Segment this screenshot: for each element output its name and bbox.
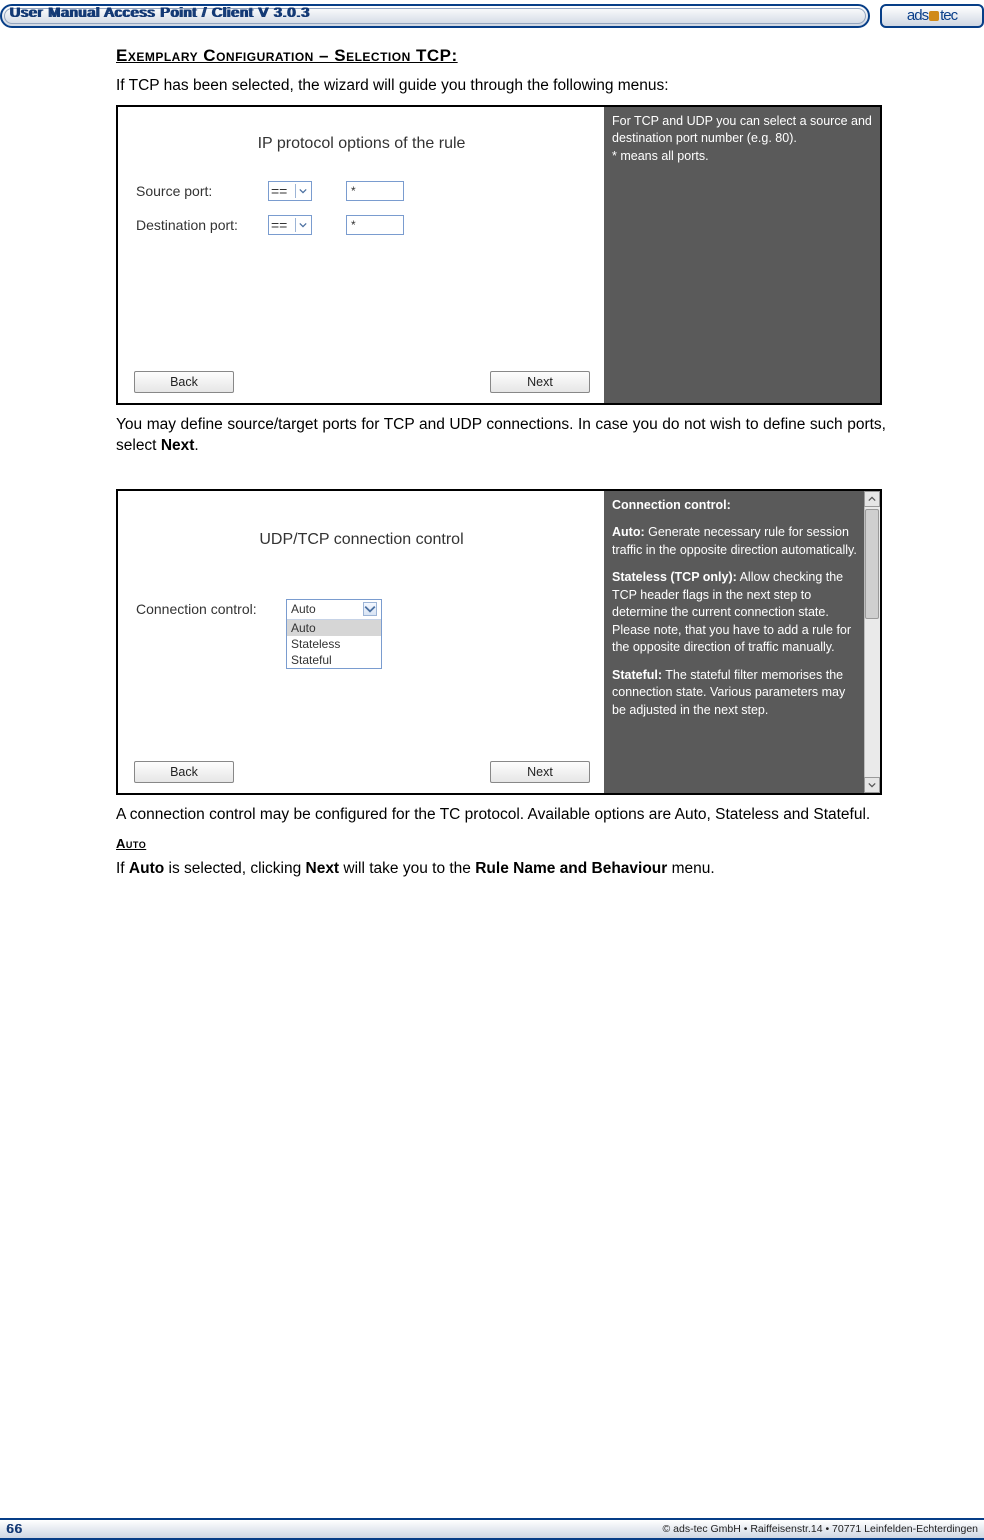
brand-logo: adstec	[880, 4, 984, 28]
help-heading-stateless: Stateless (TCP only):	[612, 570, 737, 584]
section-intro: If TCP has been selected, the wizard wil…	[116, 76, 886, 97]
back-button[interactable]: Back	[134, 371, 234, 393]
connection-control-selected: Auto	[291, 602, 316, 616]
destination-port-label: Destination port:	[136, 217, 268, 233]
panel1-help: For TCP and UDP you can select a source …	[604, 107, 880, 403]
source-port-row: Source port: == *	[136, 181, 605, 201]
connection-control-row: Connection control: Auto Auto Stateless …	[136, 599, 605, 669]
option-stateless[interactable]: Stateless	[287, 636, 381, 652]
chevron-down-icon	[295, 218, 309, 232]
chevron-down-icon	[363, 602, 377, 616]
logo-text-b: tec	[940, 7, 957, 24]
panel2-title: UDP/TCP connection control	[118, 531, 605, 549]
destination-port-operator-value: ==	[271, 217, 287, 233]
panel1-left: IP protocol options of the rule Source p…	[118, 107, 606, 403]
after-panel2-text: A connection control may be configured f…	[116, 805, 886, 826]
next-button[interactable]: Next	[490, 371, 590, 393]
destination-port-operator-select[interactable]: ==	[268, 215, 312, 235]
page-number: 66	[6, 1521, 22, 1536]
scroll-down-icon[interactable]	[864, 777, 880, 793]
panel2-help: Connection control: Auto: Generate neces…	[604, 491, 880, 793]
scroll-thumb[interactable]	[865, 509, 879, 619]
panel1-title: IP protocol options of the rule	[118, 135, 605, 153]
next-button[interactable]: Next	[490, 761, 590, 783]
scrollbar[interactable]	[864, 491, 880, 793]
help-heading-connection-control: Connection control:	[612, 498, 731, 512]
panel1-help-text: For TCP and UDP you can select a source …	[612, 114, 872, 163]
logo-dot-icon	[929, 11, 939, 21]
back-button[interactable]: Back	[134, 761, 234, 783]
between-panels-text: You may define source/target ports for T…	[116, 415, 886, 457]
destination-port-row: Destination port: == *	[136, 215, 605, 235]
connection-control-select[interactable]: Auto Auto Stateless Stateful	[286, 599, 382, 669]
logo-text-a: ads	[907, 7, 928, 24]
source-port-input[interactable]: *	[346, 181, 404, 201]
page-footer: 66 © ads-tec GmbH • Raiffeisenstr.14 • 7…	[0, 1518, 984, 1540]
connection-control-label: Connection control:	[136, 599, 286, 617]
option-auto[interactable]: Auto	[287, 620, 381, 636]
header-title-bar: User Manual Access Point / Client V 3.0.…	[0, 4, 870, 28]
source-port-operator-value: ==	[271, 183, 287, 199]
copyright-text: © ads-tec GmbH • Raiffeisenstr.14 • 7077…	[663, 1523, 979, 1535]
destination-port-input[interactable]: *	[346, 215, 404, 235]
panel2-button-bar: Back Next	[118, 761, 606, 783]
screenshot-panel-connection-control: UDP/TCP connection control Connection co…	[116, 489, 882, 795]
help-heading-stateful: Stateful:	[612, 668, 662, 682]
chevron-down-icon	[295, 184, 309, 198]
header-title: User Manual Access Point / Client V 3.0.…	[10, 4, 310, 20]
source-port-operator-select[interactable]: ==	[268, 181, 312, 201]
panel1-button-bar: Back Next	[118, 371, 606, 393]
page-header: User Manual Access Point / Client V 3.0.…	[0, 0, 984, 32]
section-heading-exemplary: Exemplary Configuration – Selection TCP:	[116, 46, 886, 66]
help-heading-auto: Auto:	[612, 525, 645, 539]
source-port-label: Source port:	[136, 183, 268, 199]
auto-subheading: Auto	[116, 836, 886, 851]
auto-paragraph: If Auto is selected, clicking Next will …	[116, 859, 886, 880]
help-text-auto: Generate necessary rule for session traf…	[612, 525, 857, 557]
option-stateful[interactable]: Stateful	[287, 652, 381, 668]
scroll-up-icon[interactable]	[864, 491, 880, 507]
page-content: Exemplary Configuration – Selection TCP:…	[116, 46, 886, 888]
screenshot-panel-ip-options: IP protocol options of the rule Source p…	[116, 105, 882, 405]
panel2-left: UDP/TCP connection control Connection co…	[118, 491, 606, 793]
